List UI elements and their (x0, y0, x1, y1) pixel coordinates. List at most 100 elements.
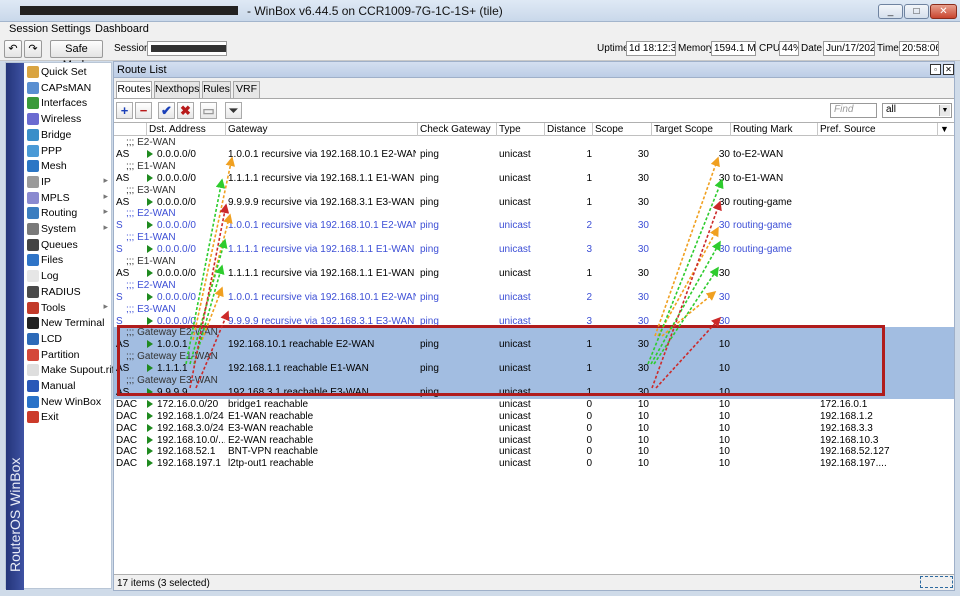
sidebar-item-bridge[interactable]: Bridge (26, 127, 112, 143)
comment-row[interactable]: ;;; E3-WAN (114, 304, 954, 316)
sidebar-item-routing[interactable]: Routing ▸ (26, 205, 112, 221)
menu-session[interactable]: Session (9, 23, 48, 35)
close-icon[interactable]: ✕ (943, 64, 954, 75)
comment-icon[interactable]: ▭ (200, 102, 217, 119)
table-row[interactable]: DAC 192.168.3.0/24 E3-WAN reachable unicast… (114, 423, 954, 435)
add-icon[interactable]: + (116, 102, 133, 119)
minimize-button[interactable]: _ (878, 4, 903, 19)
comment-row[interactable]: ;;; E1-WAN (114, 232, 954, 244)
col-flags[interactable] (114, 123, 147, 136)
sidebar-item-mesh[interactable]: Mesh (26, 158, 112, 174)
close-button[interactable]: ✕ (930, 4, 957, 19)
table-row[interactable]: S 0.0.0.0/0 1.0.0.1 recursive via 192.168.… (114, 220, 954, 232)
sidebar-item-manual[interactable]: Manual (26, 378, 112, 394)
comment-row[interactable]: ;;; E3-WAN (114, 185, 954, 197)
comment-row[interactable]: ;;; E1-WAN (114, 161, 954, 173)
pref-source-cell: 192.168.52.127 (820, 446, 890, 458)
sidebar-item-new-winbox[interactable]: New WinBox (26, 394, 112, 410)
col-gateway[interactable]: Gateway (226, 123, 418, 136)
sidebar-item-quick-set[interactable]: Quick Set (26, 64, 112, 80)
maximize-button[interactable]: □ (904, 4, 929, 19)
sidebar-item-wireless[interactable]: Wireless (26, 111, 112, 127)
comment-row[interactable]: ;;; E2-WAN (114, 137, 954, 149)
dst-address-cell: 192.168.10.0/... (147, 435, 225, 447)
column-menu-icon[interactable]: ▼ (938, 123, 954, 136)
safe-mode-button[interactable]: Safe Mode (50, 40, 103, 71)
sidebar-item-tools[interactable]: Tools ▸ (26, 300, 112, 316)
filter-icon[interactable]: ⏷ (225, 102, 242, 119)
table-row[interactable]: AS 0.0.0.0/0 1.0.0.1 recursive via 192.168… (114, 149, 954, 161)
tab-vrf[interactable]: VRF (233, 81, 260, 98)
comment-row[interactable]: ;;; E1-WAN (114, 256, 954, 268)
sidebar-item-queues[interactable]: Queues (26, 237, 112, 253)
sidebar-item-exit[interactable]: Exit (26, 409, 112, 425)
comment-row[interactable]: ;;; E2-WAN (114, 280, 954, 292)
type-cell: unicast (499, 422, 531, 434)
route-toolbar: + − ✔ ✖ ▭ ⏷ Find all ▼ (114, 98, 954, 122)
table-row[interactable]: AS 9.9.9.9 192.168.3.1 reachable E3-WAN pin… (114, 386, 954, 399)
table-row[interactable]: AS 0.0.0.0/0 1.1.1.1 recursive via 192.168… (114, 173, 954, 185)
col-pref-source[interactable]: Pref. Source (818, 123, 938, 136)
sidebar-item-system[interactable]: System ▸ (26, 221, 112, 237)
comment-row[interactable]: ;;; Gateway E3-WAN (114, 375, 954, 387)
table-row[interactable]: DAC 192.168.1.0/24 E1-WAN reachable unicast… (114, 411, 954, 423)
disable-icon[interactable]: ✖ (177, 102, 194, 119)
sidebar-item-make-supout-rif[interactable]: Make Supout.rif (26, 362, 115, 378)
sidebar-item-radius[interactable]: RADIUS (26, 284, 112, 300)
gateway-cell: 1.0.0.1 recursive via 192.168.10.1 E2-WA… (228, 220, 416, 232)
sidebar-item-new-terminal[interactable]: New Terminal (26, 315, 112, 331)
check-gateway-cell (420, 399, 496, 411)
sidebar-item-log[interactable]: Log (26, 268, 112, 284)
session-field[interactable] (147, 41, 227, 56)
table-row[interactable]: DAC 192.168.197.1 l2tp-out1 reachable unica… (114, 458, 954, 470)
comment-row[interactable]: ;;; Gateway E2-WAN (114, 327, 954, 340)
col-distance[interactable]: Distance (545, 123, 593, 136)
col-target-scope[interactable]: Target Scope (652, 123, 731, 136)
sidebar-item-ip[interactable]: IP ▸ (26, 174, 112, 190)
sidebar-item-files[interactable]: Files (26, 252, 112, 268)
table-row[interactable]: S 0.0.0.0/0 9.9.9.9 recursive via 192.168.… (114, 316, 954, 328)
table-row[interactable]: AS 1.0.0.1 192.168.10.1 reachable E2-WAN pi… (114, 339, 954, 352)
resize-grip[interactable] (920, 576, 953, 588)
sidebar-item-ppp[interactable]: PPP (26, 143, 112, 159)
tab-nexthops[interactable]: Nexthops (154, 81, 200, 98)
table-row[interactable]: DAC 172.16.0.0/20 bridge1 reachable unicast… (114, 399, 954, 411)
dst-address-cell: 0.0.0.0/0 (147, 149, 225, 161)
table-row[interactable]: S 0.0.0.0/0 1.1.1.1 recursive via 192.168.… (114, 244, 954, 256)
col-check-gateway[interactable]: Check Gateway (418, 123, 497, 136)
table-row[interactable]: S 0.0.0.0/0 1.0.0.1 recursive via 192.168.… (114, 292, 954, 304)
sidebar-item-interfaces[interactable]: Interfaces (26, 95, 112, 111)
col-dst-address[interactable]: Dst. Address (147, 123, 226, 136)
col-routing-mark[interactable]: Routing Mark (731, 123, 818, 136)
route-active-icon (147, 411, 153, 420)
tab-routes[interactable]: Routes (116, 81, 152, 99)
menu-dashboard[interactable]: Dashboard (95, 23, 149, 35)
table-row[interactable]: AS 0.0.0.0/0 1.1.1.1 recursive via 192.168… (114, 268, 954, 280)
redo-button[interactable]: ↷ (24, 40, 42, 58)
find-scope-select[interactable]: all ▼ (882, 103, 952, 118)
table-row[interactable]: AS 1.1.1.1 192.168.1.1 reachable E1-WAN pin… (114, 363, 954, 376)
find-input[interactable]: Find (830, 103, 877, 118)
table-row[interactable]: DAC 192.168.52.1 BNT-VPN reachable unicast 0… (114, 446, 954, 458)
table-row[interactable]: DAC 192.168.10.0/... E2-WAN reachable unica… (114, 435, 954, 447)
sidebar-item-mpls[interactable]: MPLS ▸ (26, 190, 112, 206)
menu-settings[interactable]: Settings (51, 23, 91, 35)
undo-button[interactable]: ↶ (4, 40, 22, 58)
col-scope[interactable]: Scope (593, 123, 652, 136)
table-row[interactable]: AS 0.0.0.0/0 9.9.9.9 recursive via 192.168… (114, 197, 954, 209)
gateway-cell: 1.0.0.1 recursive via 192.168.10.1 E2-WA… (228, 291, 416, 303)
comment-row[interactable]: ;;; E2-WAN (114, 208, 954, 220)
comment-row[interactable]: ;;; Gateway E1-WAN (114, 351, 954, 364)
sidebar-item-lcd[interactable]: LCD (26, 331, 112, 347)
tab-rules[interactable]: Rules (202, 81, 231, 98)
col-type[interactable]: Type (497, 123, 545, 136)
brand-strip: RouterOS WinBox (6, 63, 24, 590)
sidebar-item-partition[interactable]: Partition (26, 347, 112, 363)
remove-icon[interactable]: − (135, 102, 152, 119)
scope-cell: 10 (637, 398, 649, 410)
sidebar-item-capsman[interactable]: CAPsMAN (26, 80, 112, 96)
target-scope-cell: 10 (718, 422, 730, 434)
restore-icon[interactable]: ▫ (930, 64, 941, 75)
enable-icon[interactable]: ✔ (158, 102, 175, 119)
files-icon (27, 254, 39, 267)
